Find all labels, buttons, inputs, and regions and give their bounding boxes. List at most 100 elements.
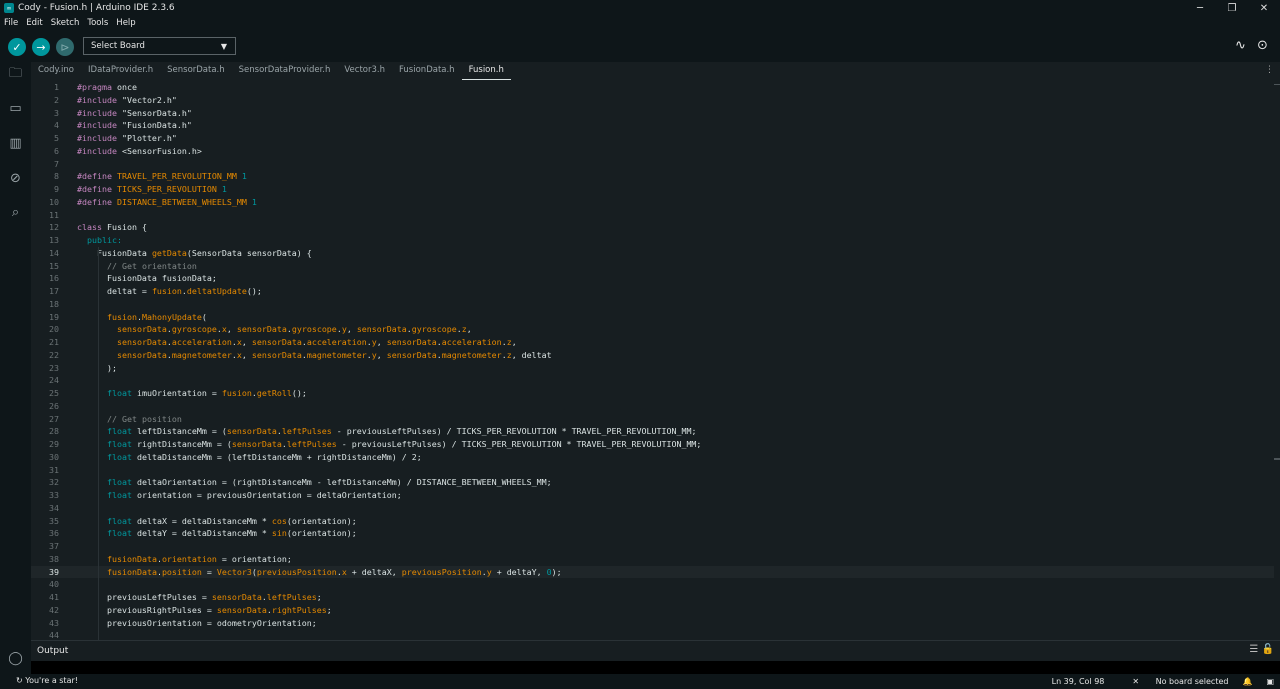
code-token: ;: [316, 592, 322, 602]
code-line[interactable]: 42 previousRightPulses = sensorData.righ…: [31, 604, 1274, 617]
tab-sensordataprovider-h[interactable]: SensorDataProvider.h: [232, 62, 338, 80]
code-line[interactable]: 34: [31, 502, 1274, 515]
code-line[interactable]: 5 #include "Plotter.h": [31, 132, 1274, 145]
code-line[interactable]: 16 FusionData fusionData;: [31, 272, 1274, 285]
code-line[interactable]: 28 float leftDistanceMm = (sensorData.le…: [31, 425, 1274, 438]
code-line[interactable]: 21 sensorData.acceleration.x, sensorData…: [31, 336, 1274, 349]
upload-button[interactable]: →: [32, 38, 50, 56]
notifications-icon[interactable]: 🔔: [1242, 677, 1252, 686]
code-line[interactable]: 38 fusionData.orientation = orientation;: [31, 553, 1274, 566]
code-line[interactable]: 35 float deltaX = deltaDistanceMm * cos(…: [31, 515, 1274, 528]
tab-vector3-h[interactable]: Vector3.h: [337, 62, 392, 80]
code-line[interactable]: 1 #pragma once: [31, 81, 1274, 94]
toggle-panel-icon[interactable]: ▣: [1266, 677, 1274, 686]
code-line[interactable]: 12 class Fusion {: [31, 221, 1274, 234]
scrollbar-marker: [1274, 84, 1280, 85]
code-line[interactable]: 14 FusionData getData(SensorData sensorD…: [31, 247, 1274, 260]
code-token: float: [106, 451, 132, 462]
lock-icon[interactable]: 🔓: [1262, 644, 1274, 655]
more-tabs-icon[interactable]: ⋮: [1265, 62, 1274, 79]
code-line[interactable]: 27 // Get position: [31, 413, 1274, 426]
tab-fusiondata-h[interactable]: FusionData.h: [392, 62, 462, 80]
code-line[interactable]: 43 previousOrientation = odometryOrienta…: [31, 617, 1274, 630]
boards-manager-icon[interactable]: ▭: [7, 100, 24, 117]
code-line[interactable]: 11: [31, 209, 1274, 222]
menu-help[interactable]: Help: [112, 18, 139, 28]
line-number: 23: [49, 362, 59, 373]
code-line[interactable]: 17 deltat = fusion.deltatUpdate();: [31, 285, 1274, 298]
sketchbook-icon[interactable]: 🗀: [7, 66, 24, 83]
board-selector[interactable]: Select Board ▼: [83, 37, 236, 55]
tab-fusion-h[interactable]: Fusion.h: [461, 62, 511, 80]
code-token: deltat =: [77, 286, 152, 296]
verify-button[interactable]: ✓: [8, 38, 26, 56]
code-line[interactable]: 31: [31, 464, 1274, 477]
tab-idataprovider-h[interactable]: IDataProvider.h: [81, 62, 160, 80]
serial-monitor-icon[interactable]: ⊙: [1257, 38, 1268, 53]
menu-tools[interactable]: Tools: [83, 18, 112, 28]
debug-button[interactable]: ⊳: [56, 38, 74, 56]
code-line[interactable]: 4 #include "FusionData.h": [31, 119, 1274, 132]
code-line[interactable]: 3 #include "SensorData.h": [31, 107, 1274, 120]
code-line[interactable]: 13 public:: [31, 234, 1274, 247]
code-line[interactable]: 6 #include <SensorFusion.h>: [31, 145, 1274, 158]
code-line[interactable]: 2 #include "Vector2.h": [31, 94, 1274, 107]
minimize-button[interactable]: ─: [1184, 0, 1216, 16]
code-line[interactable]: 26: [31, 400, 1274, 413]
code-line[interactable]: 7: [31, 158, 1274, 171]
code-line[interactable]: 20 sensorData.gyroscope.x, sensorData.gy…: [31, 323, 1274, 336]
tab-sensordata-h[interactable]: SensorData.h: [160, 62, 232, 80]
cursor-position[interactable]: Ln 39, Col 98: [1052, 677, 1105, 686]
code-line[interactable]: 25 float imuOrientation = fusion.getRoll…: [31, 387, 1274, 400]
code-line[interactable]: 23 );: [31, 362, 1274, 375]
code-line[interactable]: 44: [31, 629, 1274, 640]
library-manager-icon[interactable]: ▥: [7, 135, 24, 152]
code-line[interactable]: 37: [31, 540, 1274, 553]
menu-file[interactable]: File: [0, 18, 22, 28]
code-line[interactable]: 10 #define DISTANCE_BETWEEN_WHEELS_MM 1: [31, 196, 1274, 209]
maximize-button[interactable]: ❐: [1216, 0, 1248, 16]
output-panel-header: Output ☰ 🔓: [31, 640, 1280, 662]
line-number: 8: [54, 171, 59, 182]
code-line[interactable]: 15 // Get orientation: [31, 260, 1274, 273]
code-line[interactable]: 33 float orientation = previousOrientati…: [31, 489, 1274, 502]
code-line[interactable]: 29 float rightDistanceMm = (sensorData.l…: [31, 438, 1274, 451]
code-line[interactable]: 19 fusion.MahonyUpdate(: [31, 311, 1274, 324]
code-line[interactable]: 41 previousLeftPulses = sensorData.leftP…: [31, 591, 1274, 604]
code-line[interactable]: 24: [31, 374, 1274, 387]
board-status[interactable]: No board selected: [1156, 677, 1229, 686]
menu-sketch[interactable]: Sketch: [47, 18, 84, 28]
code-line[interactable]: 32 float deltaOrientation = (rightDistan…: [31, 476, 1274, 489]
close-button[interactable]: ✕: [1248, 0, 1280, 16]
title-bar: ∞ Cody - Fusion.h | Arduino IDE 2.3.6 ─ …: [0, 0, 1280, 16]
account-icon[interactable]: ◯: [7, 650, 24, 667]
code-token: sensorData: [211, 592, 262, 602]
code-line[interactable]: 40: [31, 578, 1274, 591]
editor-tabs: Cody.ino IDataProvider.h SensorData.h Se…: [31, 62, 1280, 80]
clear-output-icon[interactable]: ☰: [1249, 644, 1258, 655]
search-icon[interactable]: ⌕: [7, 204, 24, 221]
code-line[interactable]: 18: [31, 298, 1274, 311]
menu-edit[interactable]: Edit: [22, 18, 46, 28]
output-console[interactable]: [31, 661, 1280, 674]
code-text: #define DISTANCE_BETWEEN_WHEELS_MM 1: [77, 196, 257, 209]
code-line[interactable]: 9 #define TICKS_PER_REVOLUTION 1: [31, 183, 1274, 196]
refresh-icon: ↻: [16, 676, 23, 685]
code-token: cos: [271, 515, 287, 526]
code-line[interactable]: 8 #define TRAVEL_PER_REVOLUTION_MM 1: [31, 170, 1274, 183]
debug-icon[interactable]: ⊘: [7, 170, 24, 187]
code-line[interactable]: 39 fusionData.position = Vector3(previou…: [31, 565, 1274, 579]
code-line[interactable]: 30 float deltaDistanceMm = (leftDistance…: [31, 451, 1274, 464]
code-line[interactable]: 36 float deltaY = deltaDistanceMm * sin(…: [31, 527, 1274, 540]
tab-cody-ino[interactable]: Cody.ino: [31, 62, 81, 80]
code-token: + deltaX,: [346, 566, 402, 577]
code-token: // Get position: [106, 413, 182, 424]
code-line[interactable]: 22 sensorData.magnetometer.x, sensorData…: [31, 349, 1274, 362]
code-editor[interactable]: 1 #pragma once 2 #include "Vector2.h" 3 #incl…: [31, 80, 1280, 640]
code-token: #define: [77, 184, 112, 194]
serial-plotter-icon[interactable]: ∿: [1235, 38, 1246, 53]
